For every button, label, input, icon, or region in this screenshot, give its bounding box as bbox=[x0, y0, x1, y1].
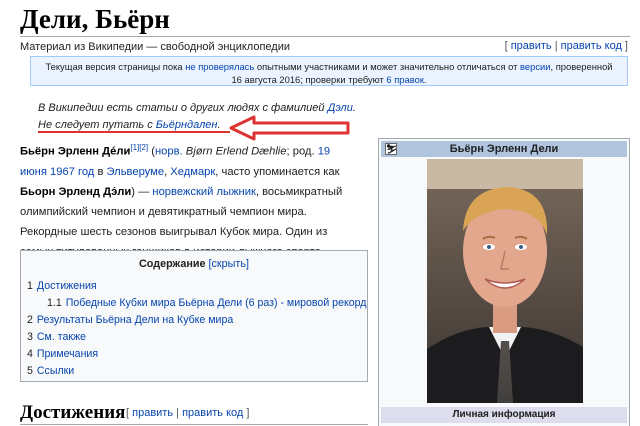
hatnote-text: В Википедии есть статьи о других людях с… bbox=[38, 102, 328, 114]
bjorndalen-link[interactable]: Бьёрндален bbox=[156, 119, 218, 131]
section-divider bbox=[20, 424, 368, 425]
edit-link[interactable]: править bbox=[511, 40, 552, 52]
page-title: Дели, Бьёрн bbox=[20, 4, 170, 34]
lead-text: в bbox=[94, 165, 107, 178]
native-name: Bjørn Erlend Dæhlie bbox=[182, 145, 287, 158]
personal-info-header: Личная информация bbox=[381, 407, 627, 423]
toc-item[interactable]: 4 Примечания bbox=[21, 346, 367, 363]
lead-text: ; род. bbox=[286, 145, 318, 158]
notice-text: опытными участниками и может значительно… bbox=[254, 61, 521, 72]
toc-item[interactable]: 1 Достижения bbox=[21, 278, 367, 295]
portrait-photo[interactable] bbox=[427, 159, 583, 403]
infobox-header: ⛷ Бьёрн Эрленн Дели bbox=[381, 141, 627, 157]
hatnote-text: . bbox=[352, 102, 356, 114]
subject-name: Бьёрн Эрленн Дéли bbox=[20, 145, 131, 158]
red-underline-annotation bbox=[38, 131, 230, 133]
town-link[interactable]: Эльверуме bbox=[107, 166, 165, 178]
toc-item[interactable]: 3 См. также bbox=[21, 329, 367, 346]
skier-icon: ⛷ bbox=[385, 143, 398, 155]
hatnote-text: Не следует путать с bbox=[38, 119, 156, 131]
lead-text: ( bbox=[148, 145, 155, 158]
alternate-name: Бьорн Эрленд Дэ́ли bbox=[20, 185, 132, 198]
toc-number: 1.1 bbox=[47, 297, 62, 309]
section-heading: Достижения bbox=[20, 402, 126, 423]
lead-text: ) — bbox=[131, 185, 153, 198]
norwegian-link[interactable]: норв. bbox=[155, 146, 183, 158]
toc-list: 1 Достижения 1.1 Победные Кубки мира Бьёрн… bbox=[21, 278, 367, 380]
not-checked-link[interactable]: не проверялась bbox=[185, 61, 254, 72]
toc-title: Содержание bbox=[139, 258, 206, 270]
edit-code-link[interactable]: править код bbox=[561, 40, 622, 52]
version-link[interactable]: версии bbox=[520, 61, 550, 72]
toc-number: 3 bbox=[27, 331, 33, 343]
toc-link[interactable]: Победные Кубки мира Бьёрна Дели (6 раз) … bbox=[66, 297, 367, 309]
toc-item[interactable]: 5 Ссылки bbox=[21, 363, 367, 380]
toc-item[interactable]: 2 Результаты Бьёрна Дели на Кубке мира bbox=[21, 312, 367, 329]
site-subtitle: Материал из Википедии — свободной энцикл… bbox=[20, 41, 290, 53]
toc-item[interactable]: 1.1 Победные Кубки мира Бьёрна Дели (6 ра… bbox=[21, 295, 367, 312]
toc-link[interactable]: См. также bbox=[37, 331, 86, 343]
flagged-revision-notice: Текущая версия страницы пока не проверял… bbox=[30, 56, 628, 86]
toc-number: 4 bbox=[27, 348, 33, 360]
page-edit-links: [ править | править код ] bbox=[504, 40, 628, 52]
notice-text: Текущая версия страницы пока bbox=[45, 61, 186, 72]
surname-link[interactable]: Дэли bbox=[328, 102, 353, 114]
toc-toggle[interactable]: [скрыть] bbox=[209, 258, 249, 270]
title-divider bbox=[20, 36, 630, 37]
toc-header: Содержание [скрыть] bbox=[21, 258, 367, 270]
infobox-title: Бьёрн Эрленн Дели bbox=[449, 143, 559, 155]
toc-link[interactable]: Примечания bbox=[37, 348, 98, 360]
pending-edits-link[interactable]: 6 правок bbox=[386, 74, 424, 85]
section-edit-links: [ править | править код ] bbox=[126, 407, 250, 419]
toc-number: 2 bbox=[27, 314, 33, 326]
infobox: ⛷ Бьёрн Эрленн Дели Личная информация bbox=[378, 138, 630, 426]
toc-link[interactable]: Результаты Бьёрна Дели на Кубке мира bbox=[37, 314, 233, 326]
hatnote-text: . bbox=[217, 119, 221, 131]
birth-year-link[interactable]: 1967 год bbox=[50, 166, 94, 178]
toc-link[interactable]: Достижения bbox=[37, 280, 97, 292]
skier-link[interactable]: норвежский лыжник bbox=[152, 186, 256, 198]
reference-links[interactable]: [1][2] bbox=[130, 143, 148, 152]
toc-number: 1 bbox=[27, 280, 33, 292]
lead-paragraph: Бьёрн Эрленн Дéли[1][2] (норв. Bjørn Erl… bbox=[20, 138, 358, 262]
section-edit-code-link[interactable]: править код bbox=[182, 407, 243, 419]
notice-text: . bbox=[423, 74, 427, 85]
toc-link[interactable]: Ссылки bbox=[37, 365, 74, 377]
table-of-contents: Содержание [скрыть] 1 Достижения 1.1 Побед… bbox=[20, 250, 368, 382]
county-link[interactable]: Хедмарк bbox=[170, 166, 215, 178]
section-edit-link[interactable]: править bbox=[132, 407, 173, 419]
lead-text: , часто упоминается как bbox=[215, 165, 340, 178]
toc-number: 5 bbox=[27, 365, 33, 377]
